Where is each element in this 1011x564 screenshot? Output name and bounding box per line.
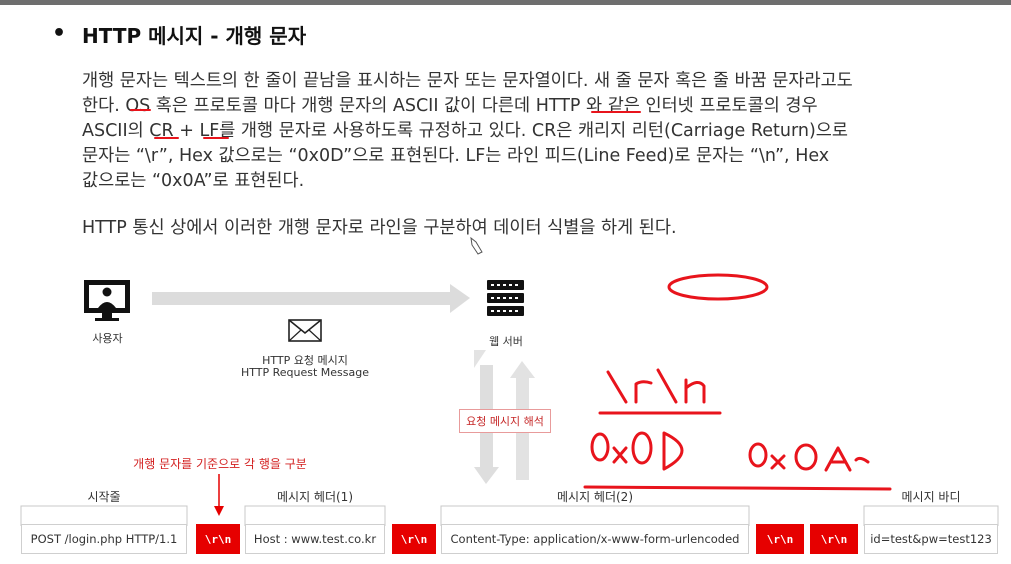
- envelope-icon: [288, 319, 322, 342]
- crlf-badge-3: \r\n: [756, 524, 804, 554]
- user-label: 사용자: [92, 332, 123, 345]
- server-icon: [487, 280, 524, 316]
- arrow-right-icon: [152, 284, 470, 313]
- header1-box: Host : www.test.co.kr: [245, 524, 385, 554]
- arrow-down-icon: [214, 474, 224, 516]
- diagram-graphics: [20, 109, 999, 526]
- start-line-box: POST /login.php HTTP/1.1: [21, 524, 187, 554]
- body-box: id=test&pw=test123: [864, 524, 998, 554]
- split-annotation: 개행 문자를 기준으로 각 행을 구분: [133, 457, 307, 471]
- pen-cursor-icon: [470, 236, 483, 255]
- monitor-user-icon: [84, 280, 130, 321]
- parse-message-badge: 요청 메시지 해석: [459, 409, 551, 433]
- server-label: 웹 서버: [489, 335, 523, 348]
- section-label-header2: 메시지 헤더(2): [556, 490, 633, 504]
- section-label-body: 메시지 바디: [901, 490, 961, 504]
- section-label-header1: 메시지 헤더(1): [276, 490, 353, 504]
- message-label-en: HTTP Request Message: [240, 366, 370, 379]
- section-label-start-line: 시작줄: [87, 490, 121, 504]
- crlf-badge-1: \r\n: [196, 524, 240, 554]
- crlf-badge-4: \r\n: [810, 524, 858, 554]
- header2-box: Content-Type: application/x-www-form-url…: [441, 524, 749, 554]
- crlf-badge-2: \r\n: [392, 524, 436, 554]
